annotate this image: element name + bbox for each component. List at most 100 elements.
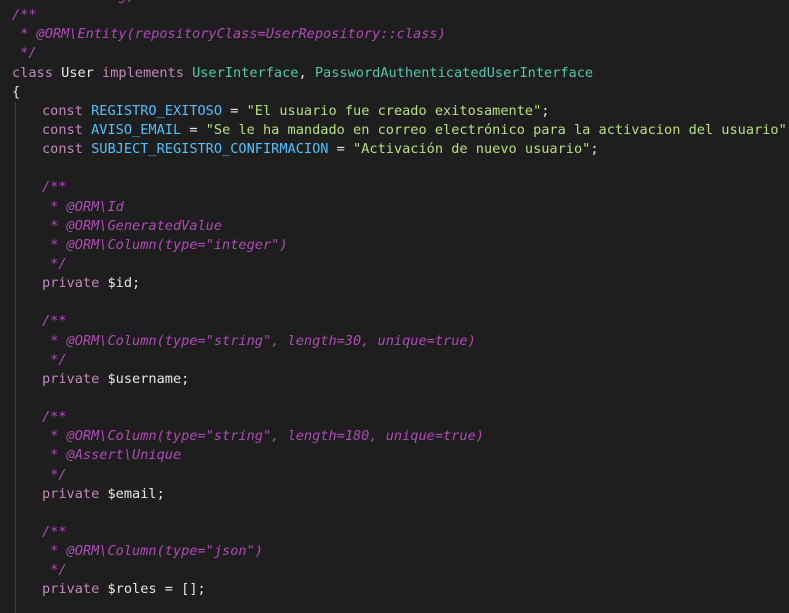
- indent-guide: [15, 254, 16, 275]
- code-editor[interactable]: * ... ...g, /** * @ORM\Entity(repositoryC…: [0, 0, 789, 613]
- code-token: const: [42, 102, 92, 119]
- code-token: * @ORM\Column(type="json"): [42, 543, 263, 560]
- code-token: */: [42, 562, 67, 579]
- code-token: PasswordAuthenticatedUserInterface: [314, 64, 594, 81]
- code-token: REGISTRO_EXITOSO: [91, 102, 223, 119]
- indent-guide: [15, 101, 16, 121]
- code-token: =: [222, 102, 247, 119]
- code-token: * @Assert\Unique: [42, 447, 182, 464]
- code-token: /**: [42, 313, 67, 330]
- code-line[interactable]: {: [0, 83, 789, 102]
- code-token: AVISO_EMAIL: [91, 121, 182, 138]
- code-line[interactable]: * @ORM\Column(type="string", length=180,…: [0, 427, 789, 447]
- code-line[interactable]: * @ORM\Entity(repositoryClass=UserReposi…: [0, 25, 789, 44]
- indent-guide: [15, 561, 16, 581]
- code-line[interactable]: [0, 599, 789, 613]
- code-token: /**: [12, 7, 37, 24]
- code-token: implements: [102, 64, 193, 81]
- code-line[interactable]: * @ORM\Id: [0, 197, 789, 217]
- code-token: * @ORM\Column(type="string", length=180,…: [42, 428, 484, 445]
- code-token: $roles: [107, 581, 165, 598]
- code-line[interactable]: * @ORM\GeneratedValue: [0, 216, 789, 236]
- code-line[interactable]: private $roles = [];: [0, 580, 789, 600]
- indent-guide: [15, 369, 16, 389]
- code-line[interactable]: * @ORM\Column(type="string", length=30, …: [0, 331, 789, 351]
- indent-guide: [15, 427, 16, 447]
- code-line[interactable]: private $id;: [0, 274, 789, 294]
- indent-guide: [15, 331, 16, 351]
- code-line[interactable]: */: [0, 254, 789, 275]
- indent-guide: [15, 159, 16, 179]
- indent-guide: [15, 350, 16, 370]
- code-token: private: [42, 275, 108, 292]
- code-line[interactable]: private $email;: [0, 484, 789, 504]
- code-line[interactable]: * @ORM\Column(type="integer"): [0, 235, 789, 255]
- code-token: */: [42, 255, 67, 272]
- code-token: "El usuario fue creado exitosamente": [246, 102, 542, 119]
- code-token: const: [42, 141, 92, 158]
- code-token: UserInterface: [192, 64, 299, 81]
- indent-guide: [15, 408, 16, 428]
- code-line[interactable]: */: [0, 561, 789, 581]
- indent-guide: [15, 235, 16, 255]
- code-token: "Activación de nuevo usuario": [353, 141, 591, 158]
- code-token: $id;: [107, 275, 141, 292]
- code-token: ;: [590, 141, 599, 158]
- code-line[interactable]: [0, 159, 789, 179]
- indent-guide: [15, 522, 16, 543]
- code-token: private: [42, 370, 108, 387]
- code-token: private: [42, 581, 108, 598]
- code-line[interactable]: */: [0, 44, 789, 63]
- code-line[interactable]: /**: [0, 178, 789, 198]
- indent-guide: [15, 140, 16, 160]
- indent-guide: [15, 293, 16, 313]
- code-line[interactable]: [0, 293, 789, 313]
- code-line[interactable]: [0, 503, 789, 523]
- code-token: /**: [42, 409, 67, 426]
- code-token: const: [42, 121, 92, 138]
- indent-guide: [15, 274, 16, 294]
- code-line[interactable]: /**: [0, 312, 789, 332]
- code-token: * ... ...g,: [12, 0, 134, 4]
- code-line[interactable]: /**: [0, 6, 789, 25]
- code-token: User: [61, 64, 103, 81]
- code-token: [];: [181, 581, 206, 598]
- indent-guide: [15, 446, 16, 466]
- code-token: =: [164, 581, 182, 598]
- code-token: */: [42, 466, 67, 483]
- code-token: class: [12, 64, 62, 81]
- indent-guide: [15, 178, 16, 198]
- code-token: ;: [541, 102, 550, 119]
- code-line[interactable]: private $username;: [0, 369, 789, 389]
- code-token: * @ORM\Id: [42, 198, 124, 215]
- indent-guide: [15, 197, 16, 217]
- indent-guide: [15, 503, 16, 523]
- code-token: SUBJECT_REGISTRO_CONFIRMACION: [91, 141, 329, 158]
- indent-guide: [15, 542, 16, 562]
- code-line[interactable]: const SUBJECT_REGISTRO_CONFIRMACION = "A…: [0, 140, 789, 160]
- code-line[interactable]: /**: [0, 522, 789, 543]
- code-token: /**: [42, 523, 67, 540]
- code-line[interactable]: [0, 388, 789, 409]
- code-token: $email;: [107, 485, 165, 502]
- code-content[interactable]: * ... ...g, /** * @ORM\Entity(repositoryC…: [0, 0, 789, 613]
- indent-guide: [15, 484, 16, 504]
- code-line[interactable]: const REGISTRO_EXITOSO = "El usuario fue…: [0, 101, 789, 121]
- code-line[interactable]: * @ORM\Column(type="json"): [0, 542, 789, 562]
- code-token: */: [42, 351, 67, 368]
- code-token: private: [42, 485, 108, 502]
- code-line[interactable]: */: [0, 350, 789, 370]
- code-token: * @ORM\Column(type="integer"): [42, 236, 288, 253]
- code-token: =: [181, 121, 206, 138]
- code-token: /**: [42, 179, 67, 196]
- code-line[interactable]: class User implements UserInterface, Pas…: [0, 64, 789, 83]
- indent-guide: [15, 312, 16, 332]
- code-line[interactable]: */: [0, 465, 789, 485]
- indent-guide: [15, 580, 16, 600]
- indent-guide: [15, 120, 16, 141]
- code-line[interactable]: const AVISO_EMAIL = "Se le ha mandado en…: [0, 120, 789, 141]
- code-line[interactable]: * @Assert\Unique: [0, 446, 789, 466]
- code-token: =: [328, 141, 354, 158]
- code-line[interactable]: /**: [0, 408, 789, 428]
- code-token: $username;: [107, 370, 190, 387]
